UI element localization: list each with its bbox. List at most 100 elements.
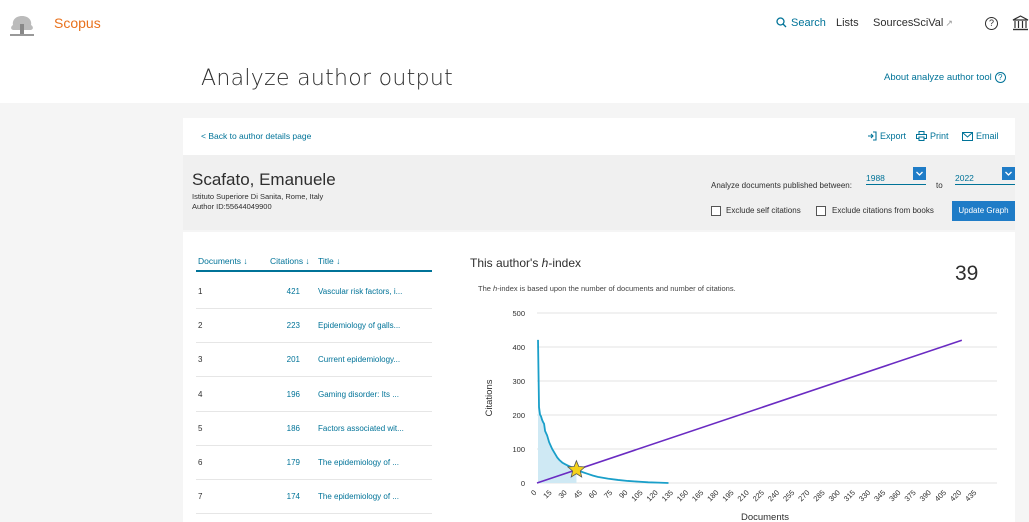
header-underline — [196, 270, 432, 272]
y-tick-label: 0 — [521, 479, 525, 488]
document-title-link[interactable]: Factors associated wit... — [318, 424, 404, 433]
citation-count-link[interactable]: 201 — [256, 355, 300, 364]
x-tick-label: 285 — [811, 488, 826, 503]
citation-count-link[interactable]: 174 — [256, 492, 300, 501]
table-row: 6 179 The epidemiology of ... — [196, 446, 432, 480]
doc-number: 3 — [198, 355, 203, 365]
doc-number: 2 — [198, 321, 203, 331]
document-title-link[interactable]: Vascular risk factors, i... — [318, 287, 402, 296]
x-tick-label: 180 — [705, 488, 720, 503]
x-tick-label: 165 — [690, 488, 705, 503]
x-tick-label: 120 — [645, 488, 660, 503]
nav-search[interactable]: Search — [776, 17, 826, 29]
nav-scival[interactable]: SciVal ↗ — [913, 17, 953, 29]
document-title-link[interactable]: The epidemiology of ... — [318, 492, 399, 501]
nav-lists[interactable]: Lists — [836, 17, 859, 29]
hindex-value: 39 — [955, 262, 979, 285]
document-title-link[interactable]: Gaming disorder: Its ... — [318, 390, 399, 399]
table-row: 3 201 Current epidemiology... — [196, 343, 432, 378]
x-tick-label: 45 — [572, 488, 584, 500]
nav-search-label: Search — [791, 17, 826, 29]
export-button[interactable]: Export — [867, 131, 906, 141]
x-tick-label: 345 — [872, 488, 887, 503]
sort-title-header[interactable]: Title ↓ — [318, 256, 340, 266]
x-tick-label: 105 — [629, 488, 644, 503]
email-icon — [962, 132, 973, 141]
update-graph-button[interactable]: Update Graph — [952, 201, 1015, 221]
help-icon: ? — [994, 72, 1006, 83]
institution-icon[interactable] — [1012, 15, 1029, 31]
hindex-subtitle: The h-index is based upon the number of … — [478, 284, 736, 293]
hindex-title: This author's h-index — [470, 256, 581, 270]
x-axis-label: Documents — [741, 512, 789, 522]
table-row: 5 186 Factors associated wit... — [196, 412, 432, 446]
table-row: 1 421 Vascular risk factors, i... — [196, 275, 432, 309]
to-year-select[interactable]: 2022 — [955, 167, 1015, 185]
citation-count-link[interactable]: 223 — [256, 321, 300, 330]
x-tick-label: 255 — [781, 488, 796, 503]
y-tick-label: 500 — [512, 309, 525, 318]
to-year-value: 2022 — [955, 173, 974, 183]
x-tick-label: 315 — [842, 488, 857, 503]
x-tick-label: 330 — [857, 488, 872, 503]
doc-number: 4 — [198, 389, 203, 399]
citation-count-link[interactable]: 179 — [256, 458, 300, 467]
document-title-link[interactable]: The epidemiology of ... — [318, 458, 399, 467]
nav-scival-label: SciVal — [913, 17, 944, 29]
chevron-down-icon — [1002, 167, 1015, 180]
document-title-link[interactable]: Epidemiology of galls... — [318, 321, 400, 330]
table-row: 7 174 The epidemiology of ... — [196, 480, 432, 515]
hindex-title-suffix: -index — [548, 256, 582, 270]
author-id: Author ID:55644049900 — [192, 202, 272, 211]
x-tick-label: 15 — [541, 488, 553, 500]
sort-documents-header[interactable]: Documents ↓ — [198, 256, 248, 266]
email-label: Email — [976, 131, 999, 141]
email-button[interactable]: Email — [962, 131, 999, 141]
table-row: 2 223 Epidemiology of galls... — [196, 309, 432, 344]
author-affiliation: Istituto Superiore Di Sanita, Rome, Ital… — [192, 192, 324, 201]
print-icon — [916, 131, 927, 141]
x-tick-label: 270 — [796, 488, 811, 503]
chevron-down-icon — [913, 167, 926, 180]
x-tick-label: 135 — [660, 488, 675, 503]
top-bar — [0, 0, 1029, 103]
x-tick-label: 150 — [675, 488, 690, 503]
help-icon[interactable]: ? — [985, 17, 998, 30]
nav-sources[interactable]: Sources — [873, 17, 913, 29]
x-tick-label: 30 — [556, 488, 568, 500]
table-row: 8153Defining substance u... — [196, 514, 432, 522]
doc-number: 7 — [198, 492, 203, 502]
x-tick-label: 225 — [751, 488, 766, 503]
diagonal-series-line — [536, 339, 963, 484]
back-link[interactable]: < Back to author details page — [201, 131, 311, 141]
citation-count-link[interactable]: 196 — [256, 390, 300, 399]
print-label: Print — [930, 131, 949, 141]
scopus-logo[interactable]: Scopus — [54, 15, 101, 31]
from-year-value: 1988 — [866, 173, 885, 183]
hindex-subtitle-text: -index is based upon the number of docum… — [497, 284, 736, 293]
hindex-title-prefix: This author's — [470, 256, 542, 270]
elsevier-logo[interactable] — [7, 12, 37, 38]
exclude-books-checkbox[interactable] — [816, 206, 826, 216]
x-tick-label: 420 — [948, 488, 963, 503]
external-link-icon: ↗ — [945, 18, 953, 28]
exclude-self-checkbox[interactable] — [711, 206, 721, 216]
x-tick-label: 300 — [827, 488, 842, 503]
x-tick-label: 195 — [720, 488, 735, 503]
citation-count-link[interactable]: 421 — [256, 287, 300, 296]
x-tick-label: 60 — [587, 488, 599, 500]
doc-number: 5 — [198, 423, 203, 433]
y-tick-label: 100 — [512, 445, 525, 454]
x-tick-label: 390 — [918, 488, 933, 503]
print-button[interactable]: Print — [916, 131, 949, 141]
document-title-link[interactable]: Current epidemiology... — [318, 355, 400, 364]
citation-count-link[interactable]: 186 — [256, 424, 300, 433]
export-icon — [868, 131, 877, 141]
doc-number: 1 — [198, 287, 203, 296]
y-tick-label: 300 — [512, 377, 525, 386]
sort-citations-header[interactable]: Citations ↓ — [270, 256, 310, 266]
from-year-select[interactable]: 1988 — [866, 167, 926, 185]
x-tick-label: 240 — [766, 488, 781, 503]
about-analyze-link[interactable]: About analyze author tool? — [884, 72, 1006, 83]
export-label: Export — [880, 131, 907, 141]
